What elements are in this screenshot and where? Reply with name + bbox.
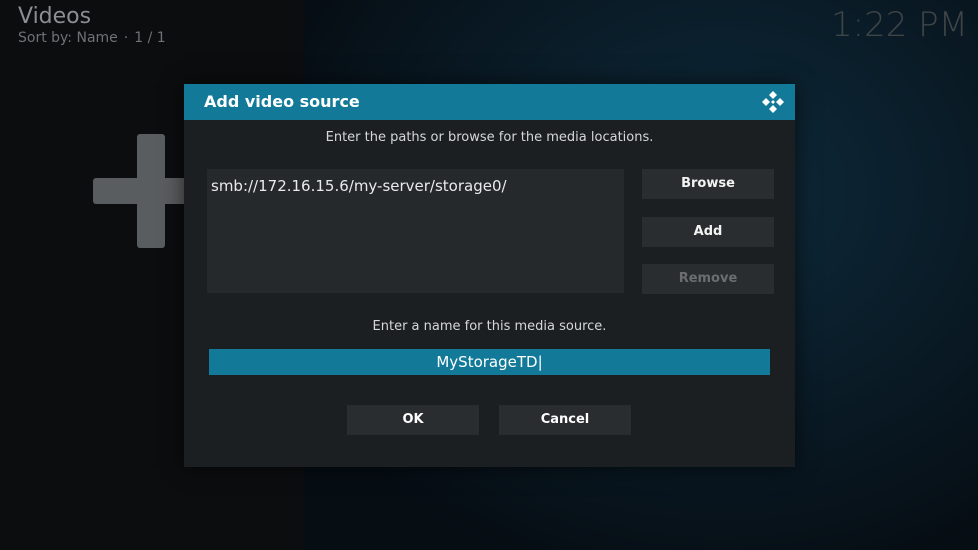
- dialog-title: Add video source: [204, 92, 360, 111]
- paths-instruction: Enter the paths or browse for the media …: [325, 130, 654, 145]
- page-count: 1 / 1: [134, 30, 166, 46]
- clock: 1:22 PM: [831, 5, 968, 45]
- path-item[interactable]: smb://172.16.15.6/my-server/storage0/: [211, 177, 507, 195]
- dialog-header: Add video source: [184, 84, 795, 120]
- cancel-button[interactable]: Cancel: [499, 405, 631, 435]
- remove-button[interactable]: Remove: [642, 264, 774, 294]
- browse-button[interactable]: Browse: [642, 169, 774, 199]
- sort-label: Sort by: Name: [18, 30, 118, 46]
- source-name-input[interactable]: MyStorageTD|: [209, 349, 770, 375]
- name-instruction: Enter a name for this media source.: [372, 319, 607, 334]
- path-list[interactable]: smb://172.16.15.6/my-server/storage0/: [207, 169, 624, 293]
- add-button[interactable]: Add: [642, 217, 774, 247]
- add-video-source-dialog: Add video source Enter the paths or brow…: [184, 84, 795, 467]
- kodi-logo-icon: [762, 91, 784, 113]
- ok-button[interactable]: OK: [347, 405, 479, 435]
- sort-info: Sort by: Name · 1 / 1: [18, 29, 166, 47]
- separator: ·: [123, 30, 129, 46]
- window-title: Videos: [18, 4, 92, 29]
